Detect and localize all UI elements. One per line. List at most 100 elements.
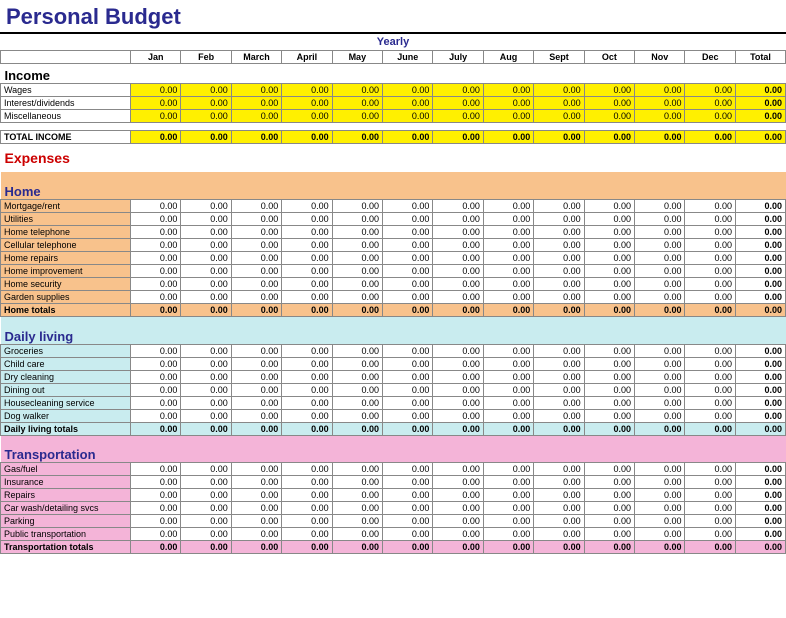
cell[interactable]: 0.00 xyxy=(131,213,181,226)
cell[interactable]: 0.00 xyxy=(483,278,533,291)
cell[interactable]: 0.00 xyxy=(332,226,382,239)
cell[interactable]: 0.00 xyxy=(483,396,533,409)
cell[interactable]: 0.00 xyxy=(685,110,736,123)
cell[interactable]: 0.00 xyxy=(231,265,281,278)
cell[interactable]: 0.00 xyxy=(181,357,231,370)
cell[interactable]: 0.00 xyxy=(534,489,584,502)
cell[interactable]: 0.00 xyxy=(584,110,634,123)
cell[interactable]: 0.00 xyxy=(181,291,231,304)
cell[interactable]: 0.00 xyxy=(534,357,584,370)
cell[interactable]: 0.00 xyxy=(332,344,382,357)
cell[interactable]: 0.00 xyxy=(383,396,433,409)
cell[interactable]: 0.00 xyxy=(534,463,584,476)
cell[interactable]: 0.00 xyxy=(383,265,433,278)
cell[interactable]: 0.00 xyxy=(282,357,332,370)
cell[interactable]: 0.00 xyxy=(131,97,181,110)
cell[interactable]: 0.00 xyxy=(383,370,433,383)
cell[interactable]: 0.00 xyxy=(231,84,281,97)
cell[interactable]: 0.00 xyxy=(181,97,231,110)
cell[interactable]: 0.00 xyxy=(483,409,533,422)
cell[interactable]: 0.00 xyxy=(131,476,181,489)
cell[interactable]: 0.00 xyxy=(181,463,231,476)
cell[interactable]: 0.00 xyxy=(685,489,736,502)
cell[interactable]: 0.00 xyxy=(231,97,281,110)
cell[interactable]: 0.00 xyxy=(584,265,634,278)
cell[interactable]: 0.00 xyxy=(685,84,736,97)
cell[interactable]: 0.00 xyxy=(181,213,231,226)
cell[interactable]: 0.00 xyxy=(131,344,181,357)
cell[interactable]: 0.00 xyxy=(332,541,382,554)
cell[interactable]: 0.00 xyxy=(534,515,584,528)
cell[interactable]: 0.00 xyxy=(131,383,181,396)
cell[interactable]: 0.00 xyxy=(433,476,483,489)
cell[interactable]: 0.00 xyxy=(433,200,483,213)
cell[interactable]: 0.00 xyxy=(534,265,584,278)
cell[interactable]: 0.00 xyxy=(433,97,483,110)
cell[interactable]: 0.00 xyxy=(534,278,584,291)
cell[interactable]: 0.00 xyxy=(584,489,634,502)
cell[interactable]: 0.00 xyxy=(181,265,231,278)
cell[interactable]: 0.00 xyxy=(685,239,736,252)
cell[interactable]: 0.00 xyxy=(483,97,533,110)
cell[interactable]: 0.00 xyxy=(534,200,584,213)
cell[interactable]: 0.00 xyxy=(383,239,433,252)
cell[interactable]: 0.00 xyxy=(332,463,382,476)
cell[interactable]: 0.00 xyxy=(383,489,433,502)
cell[interactable]: 0.00 xyxy=(231,463,281,476)
cell[interactable]: 0.00 xyxy=(433,226,483,239)
cell[interactable]: 0.00 xyxy=(181,252,231,265)
cell[interactable]: 0.00 xyxy=(534,422,584,435)
cell[interactable]: 0.00 xyxy=(584,502,634,515)
cell[interactable]: 0.00 xyxy=(483,304,533,317)
cell[interactable]: 0.00 xyxy=(635,226,685,239)
cell[interactable]: 0.00 xyxy=(483,528,533,541)
cell[interactable]: 0.00 xyxy=(584,131,634,144)
cell[interactable]: 0.00 xyxy=(584,252,634,265)
cell[interactable]: 0.00 xyxy=(534,110,584,123)
cell[interactable]: 0.00 xyxy=(181,370,231,383)
cell[interactable]: 0.00 xyxy=(131,265,181,278)
cell[interactable]: 0.00 xyxy=(383,409,433,422)
cell[interactable]: 0.00 xyxy=(231,383,281,396)
cell[interactable]: 0.00 xyxy=(282,502,332,515)
cell[interactable]: 0.00 xyxy=(433,239,483,252)
cell[interactable]: 0.00 xyxy=(332,97,382,110)
cell[interactable]: 0.00 xyxy=(483,200,533,213)
cell[interactable]: 0.00 xyxy=(231,344,281,357)
cell[interactable]: 0.00 xyxy=(131,515,181,528)
cell[interactable]: 0.00 xyxy=(534,370,584,383)
cell[interactable]: 0.00 xyxy=(635,502,685,515)
cell[interactable]: 0.00 xyxy=(433,278,483,291)
cell[interactable]: 0.00 xyxy=(534,409,584,422)
cell[interactable]: 0.00 xyxy=(635,304,685,317)
cell[interactable]: 0.00 xyxy=(231,304,281,317)
cell[interactable]: 0.00 xyxy=(584,528,634,541)
cell[interactable]: 0.00 xyxy=(231,131,281,144)
cell[interactable]: 0.00 xyxy=(584,541,634,554)
cell[interactable]: 0.00 xyxy=(383,226,433,239)
cell[interactable]: 0.00 xyxy=(231,200,281,213)
cell[interactable]: 0.00 xyxy=(231,528,281,541)
cell[interactable]: 0.00 xyxy=(383,528,433,541)
cell[interactable]: 0.00 xyxy=(584,370,634,383)
cell[interactable]: 0.00 xyxy=(534,344,584,357)
cell[interactable]: 0.00 xyxy=(282,239,332,252)
cell[interactable]: 0.00 xyxy=(282,463,332,476)
cell[interactable]: 0.00 xyxy=(131,489,181,502)
cell[interactable]: 0.00 xyxy=(433,515,483,528)
cell[interactable]: 0.00 xyxy=(282,278,332,291)
cell[interactable]: 0.00 xyxy=(635,541,685,554)
cell[interactable]: 0.00 xyxy=(433,110,483,123)
cell[interactable]: 0.00 xyxy=(131,131,181,144)
cell[interactable]: 0.00 xyxy=(231,541,281,554)
cell[interactable]: 0.00 xyxy=(383,200,433,213)
cell[interactable]: 0.00 xyxy=(383,291,433,304)
cell[interactable]: 0.00 xyxy=(433,409,483,422)
cell[interactable]: 0.00 xyxy=(433,396,483,409)
cell[interactable]: 0.00 xyxy=(483,489,533,502)
cell[interactable]: 0.00 xyxy=(433,357,483,370)
cell[interactable]: 0.00 xyxy=(383,304,433,317)
cell[interactable]: 0.00 xyxy=(635,278,685,291)
cell[interactable]: 0.00 xyxy=(534,226,584,239)
cell[interactable]: 0.00 xyxy=(584,278,634,291)
